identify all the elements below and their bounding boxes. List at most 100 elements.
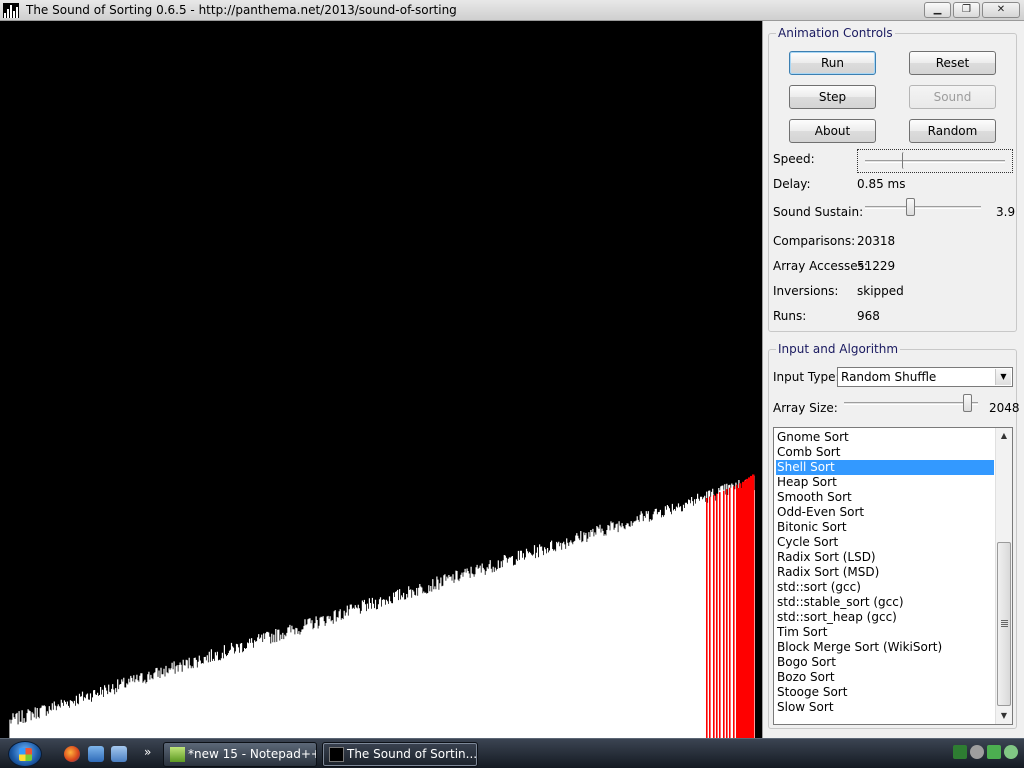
app-icon <box>3 3 19 18</box>
taskbar-item-notepad[interactable]: *new 15 - Notepad++ <box>163 742 317 767</box>
system-tray <box>953 745 1018 759</box>
algorithm-list-item[interactable]: Smooth Sort <box>776 490 994 505</box>
highlighted-bar <box>729 487 731 738</box>
chevron-down-icon[interactable]: ▼ <box>995 369 1011 385</box>
animation-controls-group: Animation Controls Run Reset Step Sound … <box>768 26 1017 332</box>
array-size-value: 2048 <box>989 401 1020 415</box>
array-bars <box>9 475 755 738</box>
algorithm-list[interactable]: Gnome Sort Comb Sort Shell Sort Heap Sort Sm… <box>773 427 1013 725</box>
close-button[interactable]: ✕ <box>982 2 1020 18</box>
array-accesses-value: 51229 <box>857 259 896 273</box>
windows-logo-icon <box>19 748 32 761</box>
algorithm-list-item[interactable]: std::sort_heap (gcc) <box>776 610 994 625</box>
sound-sustain-label: Sound Sustain: <box>773 205 864 219</box>
algorithm-list-item[interactable]: Gnome Sort <box>776 430 994 445</box>
algorithm-list-item[interactable]: Odd-Even Sort <box>776 505 994 520</box>
animation-controls-title: Animation Controls <box>776 26 895 40</box>
speed-slider-thumb[interactable] <box>902 152 909 169</box>
highlighted-bar <box>752 474 755 738</box>
algorithm-list-item[interactable]: std::sort (gcc) <box>776 580 994 595</box>
input-type-label: Input Type: <box>773 370 840 384</box>
speed-slider[interactable] <box>857 149 1013 173</box>
comparisons-label: Comparisons: <box>773 234 856 248</box>
scroll-down-icon[interactable]: ▼ <box>996 708 1012 724</box>
speed-slider-track <box>865 160 1005 163</box>
switch-windows-icon[interactable] <box>111 746 127 762</box>
taskbar-item-label: The Sound of Sortin... <box>347 747 478 761</box>
taskbar-item-label: *new 15 - Notepad++ <box>188 747 317 761</box>
algorithm-list-item[interactable]: Comb Sort <box>776 445 994 460</box>
algorithm-list-item[interactable]: std::stable_sort (gcc) <box>776 595 994 610</box>
run-button[interactable]: Run <box>789 51 876 75</box>
window-title: The Sound of Sorting 0.6.5 - http://pant… <box>26 3 457 17</box>
control-panel: Animation Controls Run Reset Step Sound … <box>762 21 1024 738</box>
tray-app-icon[interactable] <box>953 745 967 759</box>
step-button[interactable]: Step <box>789 85 876 109</box>
algorithm-list-item[interactable]: Slow Sort <box>776 700 994 715</box>
algorithm-list-item[interactable]: Shell Sort <box>776 460 994 475</box>
array-size-thumb[interactable] <box>963 394 972 412</box>
algorithm-list-item[interactable]: Bogo Sort <box>776 655 994 670</box>
runs-label: Runs: <box>773 309 807 323</box>
sort-visualization <box>0 21 762 738</box>
sound-sustain-track <box>865 206 981 209</box>
input-type-value: Random Shuffle <box>841 370 937 384</box>
algorithm-list-item[interactable]: Bozo Sort <box>776 670 994 685</box>
algorithm-list-item[interactable]: Stooge Sort <box>776 685 994 700</box>
algorithm-list-item[interactable]: Cycle Sort <box>776 535 994 550</box>
highlighted-bar <box>726 489 728 738</box>
highlighted-bar <box>723 490 725 738</box>
highlighted-bar <box>709 496 711 738</box>
highlighted-bar <box>716 493 718 738</box>
runs-value: 968 <box>857 309 880 323</box>
scroll-up-icon[interactable]: ▲ <box>996 428 1012 444</box>
sound-sustain-thumb[interactable] <box>906 198 915 216</box>
algorithm-list-item[interactable]: Radix Sort (MSD) <box>776 565 994 580</box>
highlighted-bar-block <box>737 488 752 738</box>
minimize-button[interactable]: ▁ <box>924 2 951 18</box>
show-desktop-icon[interactable] <box>88 746 104 762</box>
taskbar: » *new 15 - Notepad++ The Sound of Sorti… <box>0 738 1024 768</box>
sound-of-sorting-icon <box>329 747 344 762</box>
input-algorithm-title: Input and Algorithm <box>776 342 901 356</box>
sound-button[interactable]: Sound <box>909 85 996 109</box>
inversions-label: Inversions: <box>773 284 839 298</box>
maximize-button[interactable]: ❐ <box>953 2 980 18</box>
about-button[interactable]: About <box>789 119 876 143</box>
inversions-value: skipped <box>857 284 904 298</box>
input-type-select[interactable]: Random Shuffle ▼ <box>837 367 1013 387</box>
array-accesses-label: Array Accesses: <box>773 259 868 273</box>
quicklaunch-overflow-icon[interactable]: » <box>144 745 151 759</box>
start-button[interactable] <box>8 741 42 767</box>
highlighted-bar <box>706 498 708 738</box>
tray-status-icon[interactable] <box>970 745 984 759</box>
algorithm-list-item[interactable]: Heap Sort <box>776 475 994 490</box>
random-button[interactable]: Random <box>909 119 996 143</box>
scrollbar-thumb[interactable] <box>997 542 1011 706</box>
reset-button[interactable]: Reset <box>909 51 996 75</box>
firefox-icon[interactable] <box>64 746 80 762</box>
array-size-label: Array Size: <box>773 401 838 415</box>
array-size-slider[interactable] <box>844 392 980 416</box>
algorithm-list-item[interactable]: Bitonic Sort <box>776 520 994 535</box>
title-bar: The Sound of Sorting 0.6.5 - http://pant… <box>0 0 1024 21</box>
messenger-icon[interactable] <box>1004 745 1018 759</box>
network-icon[interactable] <box>987 745 1001 759</box>
comparisons-value: 20318 <box>857 234 896 248</box>
highlighted-bar <box>733 486 735 738</box>
delay-label: Delay: <box>773 177 811 191</box>
algorithm-list-item[interactable]: Radix Sort (LSD) <box>776 550 994 565</box>
sound-sustain-value: 3.9 <box>996 205 1016 219</box>
notepad-icon <box>170 747 185 762</box>
algorithm-list-item[interactable]: Tim Sort <box>776 625 994 640</box>
speed-label: Speed: <box>773 152 815 166</box>
algorithm-list-item[interactable]: Block Merge Sort (WikiSort) <box>776 640 994 655</box>
highlighted-bar <box>719 492 721 738</box>
array-size-track <box>844 402 978 405</box>
bars-canvas <box>9 474 755 738</box>
highlighted-bar <box>713 495 715 738</box>
algorithm-list-scrollbar[interactable]: ▲ ▼ <box>995 428 1012 724</box>
input-algorithm-group: Input and Algorithm Input Type: Random S… <box>768 342 1020 729</box>
taskbar-item-sound-of-sorting[interactable]: The Sound of Sortin... <box>322 742 478 767</box>
sound-sustain-slider[interactable] <box>865 196 983 220</box>
